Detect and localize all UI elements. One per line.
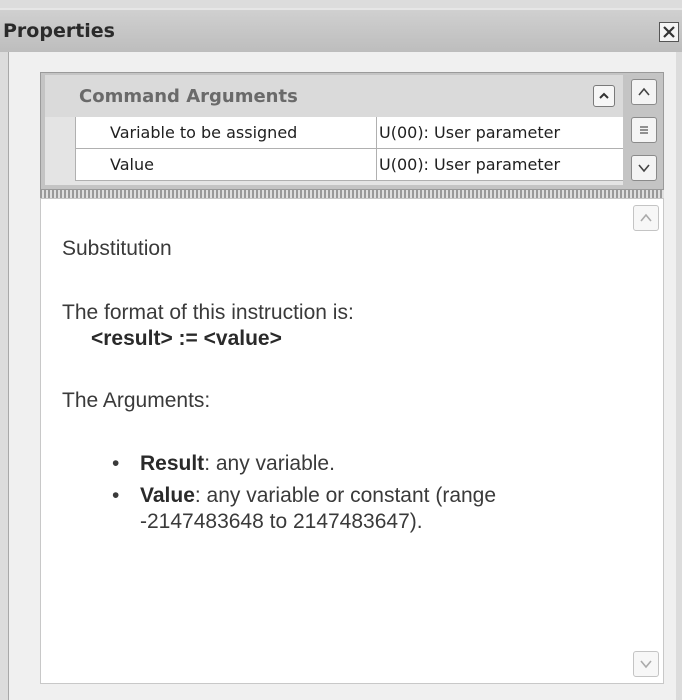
grid-scroll-up-button[interactable] — [631, 79, 657, 105]
close-icon — [663, 26, 675, 38]
grid-scroll-down-button[interactable] — [631, 155, 657, 181]
list-item: • Result: any variable. — [108, 451, 608, 477]
title-bar: Properties — [0, 8, 682, 52]
bullet-icon: • — [112, 452, 120, 475]
property-grid-inner: Command Arguments Variable to be assigne… — [45, 75, 623, 185]
property-value[interactable]: U(00): User parameter — [377, 149, 623, 181]
close-button[interactable] — [659, 22, 679, 42]
argument-name: Result — [140, 452, 205, 475]
category-collapse-button[interactable] — [593, 85, 615, 107]
chevron-up-icon — [599, 92, 609, 99]
help-syntax: <result> := <value> — [91, 327, 282, 350]
argument-name: Value — [140, 484, 195, 507]
splitter[interactable] — [40, 190, 664, 198]
properties-panel: Properties Command Arguments Variable to… — [0, 0, 682, 700]
help-scroll-down-button[interactable] — [633, 651, 659, 677]
grip-icon — [640, 126, 648, 134]
property-row[interactable]: Variable to be assigned U(00): User para… — [75, 117, 623, 149]
grid-scroll-thumb[interactable] — [631, 117, 657, 143]
chevron-down-icon — [640, 660, 652, 669]
chevron-up-icon — [640, 213, 652, 222]
help-pane: Substitution The format of this instruct… — [40, 198, 664, 684]
category-row[interactable]: Command Arguments — [45, 75, 623, 117]
chevron-down-icon — [638, 164, 650, 173]
property-row[interactable]: Value U(00): User parameter — [75, 149, 623, 181]
argument-description: : any variable. — [204, 452, 335, 475]
help-title: Substitution — [62, 237, 172, 260]
list-item: • Value: any variable or constant (range … — [108, 483, 608, 535]
bullet-icon: • — [112, 484, 120, 507]
property-name: Variable to be assigned — [75, 117, 377, 149]
chevron-up-icon — [638, 87, 650, 96]
category-label: Command Arguments — [79, 86, 298, 107]
grid-scrollbar[interactable] — [631, 79, 659, 183]
property-grid: Command Arguments Variable to be assigne… — [40, 72, 664, 190]
arguments-list: • Result: any variable. • Value : any varia… — [108, 451, 608, 541]
help-scroll-up-button[interactable] — [633, 205, 659, 231]
property-name: Value — [75, 149, 377, 181]
help-arguments-heading: The Arguments: — [62, 389, 211, 412]
panel-title: Properties — [3, 20, 115, 42]
property-value[interactable]: U(00): User parameter — [377, 117, 623, 149]
help-format-intro: The format of this instruction is: — [62, 301, 354, 324]
